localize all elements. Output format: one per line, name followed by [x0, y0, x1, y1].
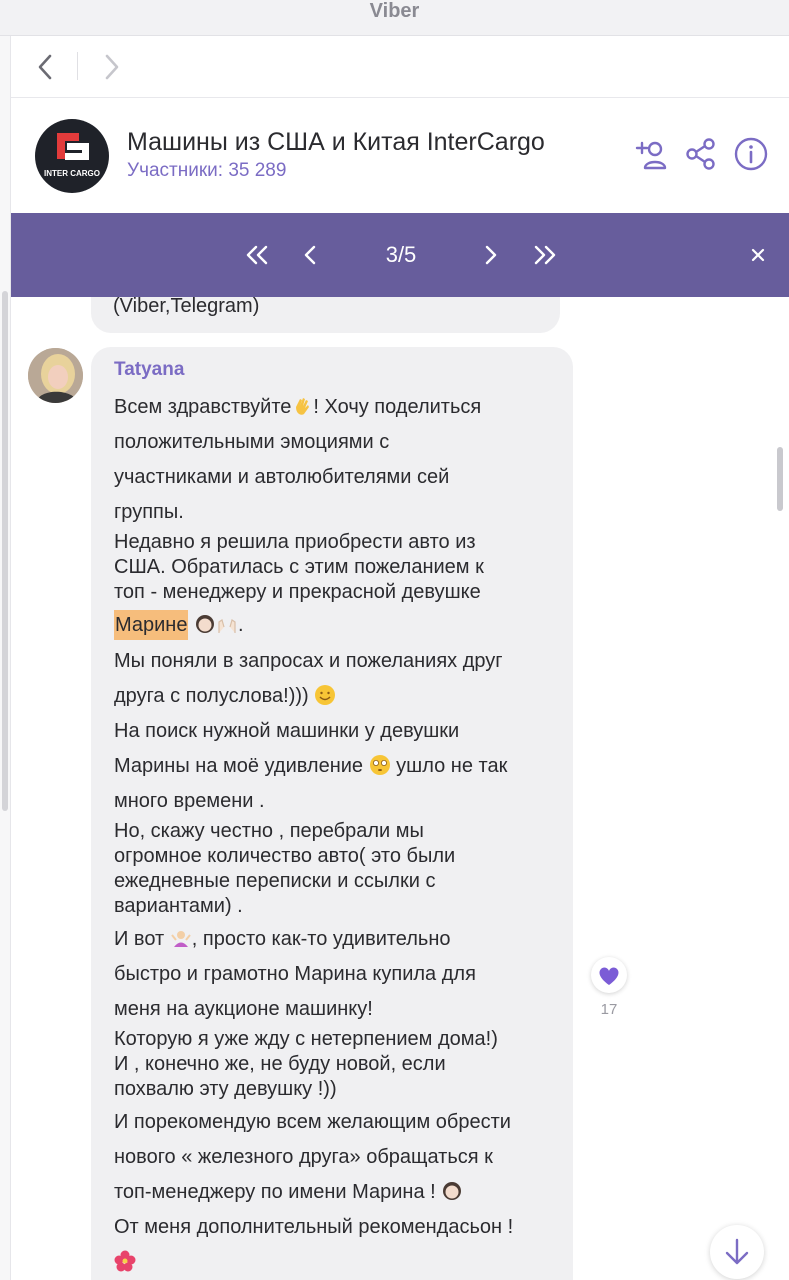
waving-hand-icon: [296, 398, 310, 415]
double-chevron-left-icon: [246, 245, 268, 265]
add-member-button[interactable]: [633, 136, 669, 172]
info-button[interactable]: [733, 136, 769, 172]
search-match-highlight: Марине: [114, 610, 189, 640]
info-icon: [734, 137, 768, 171]
message-line: И вот , просто как-то удивительно: [114, 927, 564, 952]
add-member-icon: [635, 141, 667, 170]
window-titlebar: Viber: [0, 0, 789, 36]
message-scrollbar[interactable]: [777, 447, 783, 511]
message-text: Всем здравствуйте: [114, 396, 292, 418]
message-line: [114, 1250, 564, 1275]
window-title: Viber: [369, 0, 420, 22]
like-count: 17: [600, 1001, 618, 1018]
message-line: Марины на моё удивление ушло не так: [114, 754, 564, 779]
share-icon: [686, 138, 715, 170]
message-text: И вот: [114, 928, 165, 950]
message-line: нового « железного друга» обращаться к: [114, 1146, 493, 1168]
message-line: вариантами) .: [114, 895, 243, 917]
nav-divider: [77, 52, 78, 80]
message-text: , просто как-то удивительно: [191, 928, 451, 950]
message-line: топ - менеджеру и прекрасной девушке: [114, 581, 481, 603]
shrugging-woman-icon: [170, 931, 191, 947]
smiling-face-icon: [315, 685, 336, 705]
double-chevron-right-icon: [534, 245, 556, 265]
chat-header: INTER CARGO Машины из США и Китая InterC…: [11, 98, 789, 213]
message-text: Марины на моё удивление: [114, 755, 364, 777]
message-list[interactable]: (Viber,Telegram) Tatyana Всем здравствуй…: [11, 297, 789, 1280]
previous-result-button[interactable]: [293, 237, 329, 273]
participants-count[interactable]: Участники: 35 289: [127, 160, 286, 182]
message-line: И порекомендую всем желающим обрести: [114, 1111, 511, 1133]
navigation-bar: [11, 36, 789, 98]
message-text: ! Хочу поделиться: [313, 396, 482, 418]
intercargo-logo: INTER CARGO: [44, 133, 100, 178]
heart-icon: [599, 967, 619, 985]
sender-avatar[interactable]: [28, 348, 83, 403]
message-line: участниками и автолюбителями сей: [114, 466, 450, 488]
raised-hands-icon: [218, 619, 236, 633]
left-panel-edge: [0, 36, 11, 1280]
message-line: Всем здравствуйте ! Хочу поделиться: [114, 395, 564, 420]
message-line: похвалю эту девушку !)): [114, 1078, 337, 1100]
message-line: ежедневные переписки и ссылки с: [114, 870, 436, 892]
back-button[interactable]: [29, 50, 63, 84]
close-icon: [751, 248, 765, 262]
message-line: группы.: [114, 501, 184, 523]
next-result-button[interactable]: [472, 237, 508, 273]
message-line: много времени .: [114, 790, 265, 812]
message-line: Марине .: [114, 610, 564, 640]
message-line: друга с полуслова!))): [114, 684, 564, 709]
previous-message-text: (Viber,Telegram): [113, 297, 260, 317]
message-line: меня на аукционе машинку!: [114, 998, 373, 1020]
message-text: топ-менеджеру по имени Марина !: [114, 1181, 436, 1203]
chevron-left-icon: [38, 54, 52, 80]
chevron-left-icon: [304, 245, 316, 265]
flushed-face-icon: [369, 755, 390, 775]
user-photo: [28, 348, 83, 403]
woman-face-icon: [443, 1182, 462, 1200]
chat-title: Машины из США и Китая InterCargo: [127, 128, 545, 156]
left-scrollbar[interactable]: [2, 291, 8, 811]
like-button[interactable]: [591, 957, 627, 993]
message-line: Мы поняли в запросах и пожеланиях друг: [114, 650, 503, 672]
message-line: положительными эмоциями с: [114, 431, 390, 453]
close-search-button[interactable]: [740, 237, 776, 273]
sender-name[interactable]: Tatyana: [114, 359, 184, 381]
chevron-right-icon: [105, 54, 119, 80]
chat-avatar[interactable]: INTER CARGO: [35, 119, 109, 193]
message-line: топ-менеджеру по имени Марина !: [114, 1180, 564, 1205]
message-line: быстро и грамотно Марина купила для: [114, 963, 476, 985]
hibiscus-icon: [114, 1250, 136, 1272]
result-counter: 3/5: [385, 242, 417, 267]
logo-text: INTER CARGO: [44, 169, 100, 178]
message-line: Недавно я решила приобрести авто из: [114, 531, 476, 553]
share-button[interactable]: [683, 136, 719, 172]
message-line: От меня дополнительный рекомендасьон !: [114, 1216, 514, 1238]
arrow-down-icon: [725, 1238, 749, 1265]
chevron-right-icon: [485, 245, 497, 265]
search-results-bar: 3/5: [11, 213, 789, 297]
message-text: ушло не так: [396, 755, 508, 777]
message-text: .: [238, 614, 244, 636]
message-line: огромное количество авто( это были: [114, 845, 456, 867]
message-bubble[interactable]: Tatyana Всем здравствуйте ! Хочу поделить…: [91, 347, 573, 1280]
message-line: Но, скажу честно , перебрали мы: [114, 820, 424, 842]
message-line: На поиск нужной машинки у девушки: [114, 720, 460, 742]
forward-button[interactable]: [95, 50, 129, 84]
previous-message-bubble[interactable]: (Viber,Telegram): [91, 297, 560, 333]
message-line: И , конечно же, не буду новой, если: [114, 1053, 446, 1075]
first-result-button[interactable]: [239, 237, 275, 273]
message-text: друга с полуслова!))): [114, 685, 309, 707]
woman-face-icon: [196, 615, 215, 633]
scroll-to-bottom-button[interactable]: [710, 1225, 764, 1279]
message-line: Которую я уже жду с нетерпением дома!): [114, 1028, 498, 1050]
message-line: США. Обратилась с этим пожеланием к: [114, 556, 484, 578]
last-result-button[interactable]: [527, 237, 563, 273]
